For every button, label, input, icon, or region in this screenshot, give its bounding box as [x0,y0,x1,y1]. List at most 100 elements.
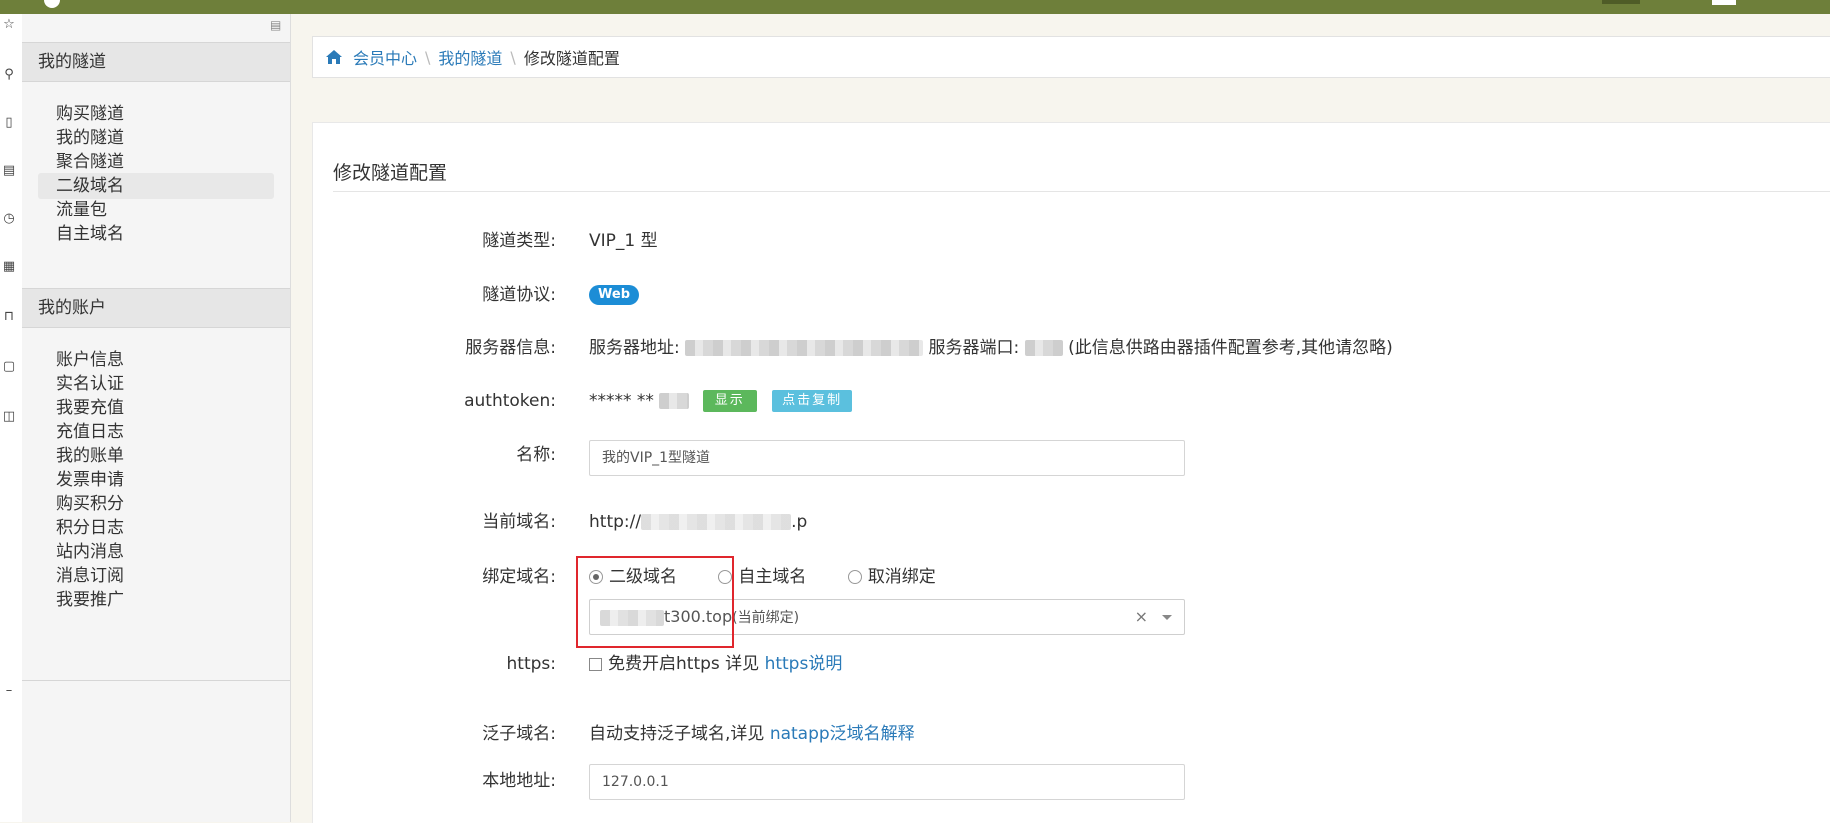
dash-icon: – [5,683,13,698]
sidebar-item-my-tunnels[interactable]: 我的隧道 [56,125,256,151]
bind-domain-label: 绑定域名: [482,567,556,587]
server-port-label: 服务器端口: [928,338,1020,358]
edit-icon[interactable]: ▤ [2,164,16,178]
bag-icon[interactable]: ◫ [2,410,16,424]
star-icon[interactable]: ☆ [2,18,16,32]
local-addr-label: 本地地址: [482,771,556,791]
sidebar-item-account-info[interactable]: 账户信息 [56,347,256,373]
sidebar-item-invoice[interactable]: 发票申请 [56,467,256,493]
cart-icon[interactable]: ⊓ [2,310,16,324]
checkbox-icon[interactable] [589,657,602,671]
radio-custom-domain-label: 自主域名 [738,567,807,587]
https-info-link[interactable]: https说明 [765,654,843,674]
local-addr-input[interactable]: 127.0.0.1 [589,764,1185,800]
topbar-button[interactable] [1602,0,1640,4]
authtoken-masked: ***** ** [589,391,654,411]
authtoken-label: authtoken: [464,391,556,411]
sidebar-item-recharge-log[interactable]: 充值日志 [56,419,256,445]
tunnel-type-value: VIP_1 型 [589,231,658,251]
highlight-box [576,556,734,648]
breadcrumb-my-tunnels[interactable]: 我的隧道 [438,45,502,69]
file-icon[interactable]: ▯ [2,116,16,130]
row-https: https: 免费开启https 详见 https说明 [313,648,1830,680]
wildcard-label: 泛子域名: [482,724,556,744]
row-server-info: 服务器信息: 服务器地址: 服务器端口: (此信息供路由器插件配置参考,其他请忽… [313,332,1830,364]
breadcrumb-current: 修改隧道配置 [523,49,620,68]
authtoken-value: ***** ** 显示 点击复制 [589,385,853,417]
server-info-note: (此信息供路由器插件配置参考,其他请忽略) [1068,338,1393,358]
name-label: 名称: [516,445,556,465]
tunnel-type-label: 隧道类型: [482,231,556,251]
row-tunnel-type: 隧道类型: VIP_1 型 [313,225,1830,257]
top-bar [0,0,1830,14]
sidebar-item-messages[interactable]: 站内消息 [56,539,256,565]
server-addr-redacted [685,340,924,356]
menu-collapse-icon[interactable]: ▤ [270,19,286,31]
home-icon[interactable] [325,49,343,65]
breadcrumb-member-center[interactable]: 会员中心 [353,45,417,69]
row-wildcard: 泛子域名: 自动支持泛子域名,详见 natapp泛域名解释 [313,718,1830,750]
edit-tunnel-panel: 修改隧道配置 隧道类型: VIP_1 型 隧道协议: Web 服务器信息: 服务… [312,122,1830,823]
current-domain-label: 当前域名: [482,512,556,532]
current-domain-prefix: http:// [589,512,642,532]
server-port-redacted [1024,340,1063,356]
title-divider [333,191,1830,192]
https-label: https: [506,654,556,674]
sidebar-item-recharge[interactable]: 我要充值 [56,395,256,421]
sidebar-divider [22,680,290,681]
sidebar-item-subdomain[interactable]: 二级域名 [38,173,274,199]
sidebar-item-points-log[interactable]: 积分日志 [56,515,256,541]
document-icon[interactable]: ▦ [2,260,16,274]
protocol-value: Web [589,279,639,311]
current-domain-link[interactable]: http:// .p [589,506,807,538]
show-token-button[interactable]: 显示 [702,390,757,412]
icon-strip: ☆ ⚲ ▯ ▤ ◷ ▦ ⊓ ▢ ◫ – [0,14,23,822]
bound-domain-note: (当前绑定) [732,610,800,626]
name-input[interactable]: 我的VIP_1型隧道 [589,440,1185,476]
copy-token-button[interactable]: 点击复制 [772,390,853,412]
breadcrumb-divider: \ [425,47,431,67]
row-authtoken: authtoken: ***** ** 显示 点击复制 [313,385,1830,417]
wildcard-info-link[interactable]: natapp泛域名解释 [770,724,915,744]
sidebar-item-buy-points[interactable]: 购买积分 [56,491,256,517]
server-info-value: 服务器地址: 服务器端口: (此信息供路由器插件配置参考,其他请忽略) [589,332,1393,364]
server-info-label: 服务器信息: [465,338,556,358]
wildcard-text: 自动支持泛子域名,详见 [589,724,765,744]
clock-icon[interactable]: ◷ [2,212,16,226]
row-current-domain: 当前域名: http:// .p [313,506,1830,538]
clear-icon[interactable]: × [1135,600,1148,634]
wildcard-value: 自动支持泛子域名,详见 natapp泛域名解释 [589,718,915,750]
current-domain-suffix: .p [791,512,808,532]
box-icon[interactable]: ▢ [2,360,16,374]
topbar-user-button[interactable] [1712,0,1736,5]
server-addr-label: 服务器地址: [589,338,680,358]
row-protocol: 隧道协议: Web [313,279,1830,311]
search-icon[interactable]: ⚲ [2,68,16,82]
breadcrumb: 会员中心 \ 我的隧道 \ 修改隧道配置 [312,36,1830,78]
radio-icon[interactable] [847,570,862,584]
sidebar-item-traffic-pack[interactable]: 流量包 [56,197,256,223]
authtoken-redacted [659,393,690,409]
chevron-down-icon[interactable] [1162,615,1172,620]
sidebar-item-verification[interactable]: 实名认证 [56,371,256,397]
sidebar-item-subscriptions[interactable]: 消息订阅 [56,563,256,589]
sidebar-item-promotion[interactable]: 我要推广 [56,587,256,613]
sidebar-section-tunnels[interactable]: 我的隧道 [22,42,290,82]
row-bind-domain: 绑定域名: 二级域名 自主域名 取消绑定 [313,561,1830,593]
sidebar-section-account[interactable]: 我的账户 [22,288,290,328]
logo-icon [44,0,60,8]
https-value: 免费开启https 详见 https说明 [589,648,842,680]
radio-unbind-label: 取消绑定 [867,567,936,587]
web-badge: Web [589,285,639,305]
sidebar: ▤ 我的隧道 购买隧道 我的隧道 聚合隧道 二级域名 流量包 自主域名 我的账户… [22,14,291,822]
radio-unbind[interactable]: 取消绑定 [847,567,936,587]
sidebar-item-buy-tunnel[interactable]: 购买隧道 [56,101,256,127]
sidebar-item-bills[interactable]: 我的账单 [56,443,256,469]
https-checkbox-label: 免费开启https 详见 [608,654,760,674]
sidebar-item-custom-domain[interactable]: 自主域名 [56,221,256,247]
current-domain-redacted [641,514,792,530]
page-title: 修改隧道配置 [333,162,448,184]
protocol-label: 隧道协议: [482,285,556,305]
breadcrumb-divider: \ [510,47,516,67]
sidebar-item-aggregate-tunnel[interactable]: 聚合隧道 [56,149,256,175]
